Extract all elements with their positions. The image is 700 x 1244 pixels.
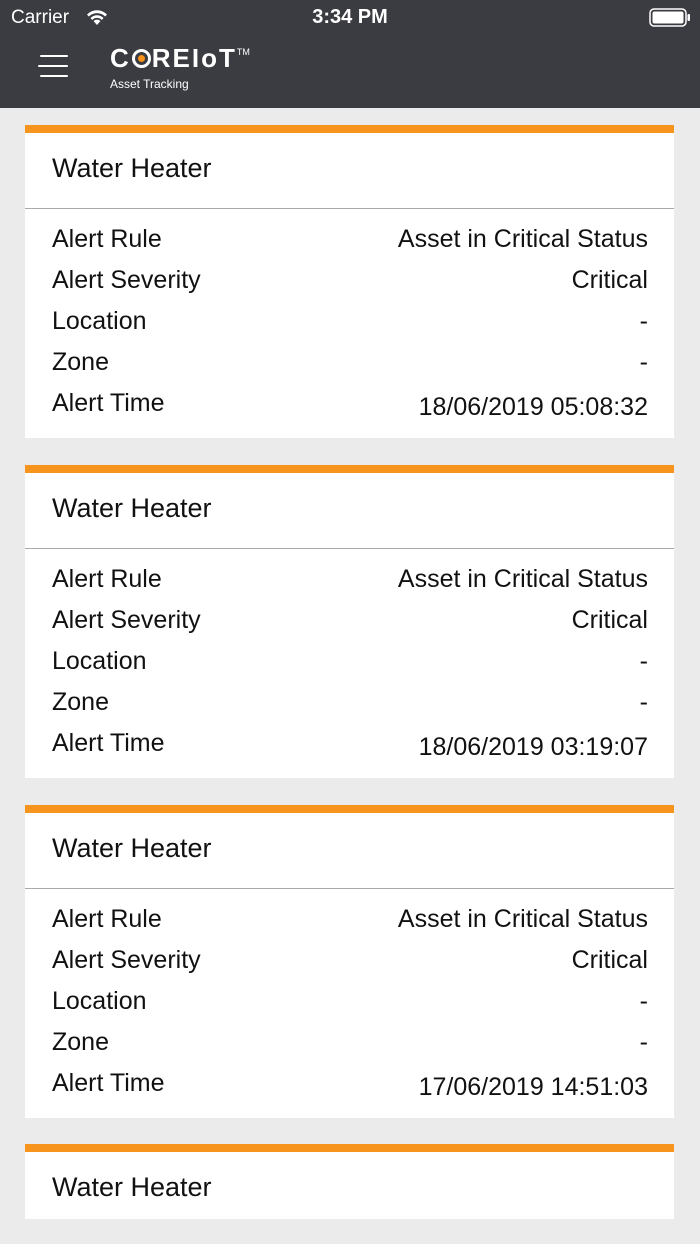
alert-time-row: Alert Time 17/06/2019 14:51:03 (52, 1069, 648, 1101)
battery-icon (649, 8, 690, 27)
zone-row: Zone - (52, 348, 648, 376)
location-row: Location - (52, 307, 648, 335)
alert-card[interactable]: Water Heater Alert Rule Asset in Critical… (25, 125, 674, 438)
alert-asset-title: Water Heater (25, 133, 674, 209)
alert-time-row: Alert Time 18/06/2019 05:08:32 (52, 389, 648, 421)
logo-subtitle: Asset Tracking (110, 77, 189, 91)
app-header: Carrier 3:34 PM C REIoTTM Asset Tracking (0, 0, 700, 108)
alert-card[interactable]: Water Heater Alert Rule Asset in Critical… (25, 805, 674, 1118)
clock: 3:34 PM (312, 6, 388, 28)
alert-asset-title: Water Heater (25, 813, 674, 889)
logo-mark (131, 49, 151, 68)
alert-card[interactable]: Water Heater (25, 1144, 674, 1219)
status-bar: Carrier 3:34 PM (0, 0, 700, 36)
alert-rule-row: Alert Rule Asset in Critical Status (52, 225, 648, 253)
hamburger-menu-icon[interactable] (38, 55, 70, 79)
alert-asset-title: Water Heater (52, 1172, 212, 1202)
alert-card[interactable]: Water Heater Alert Rule Asset in Critical… (25, 465, 674, 778)
alert-rule-row: Alert Rule Asset in Critical Status (52, 565, 648, 593)
alert-severity-row: Alert Severity Critical (52, 266, 648, 294)
alert-asset-title: Water Heater (25, 473, 674, 549)
location-row: Location - (52, 987, 648, 1015)
logo: C REIoTTM Asset Tracking (110, 43, 250, 91)
zone-row: Zone - (52, 1028, 648, 1056)
alert-severity-row: Alert Severity Critical (52, 946, 648, 974)
zone-row: Zone - (52, 688, 648, 716)
alert-rule-row: Alert Rule Asset in Critical Status (52, 905, 648, 933)
alert-severity-row: Alert Severity Critical (52, 606, 648, 634)
alert-time-row: Alert Time 18/06/2019 03:19:07 (52, 729, 648, 761)
location-row: Location - (52, 647, 648, 675)
